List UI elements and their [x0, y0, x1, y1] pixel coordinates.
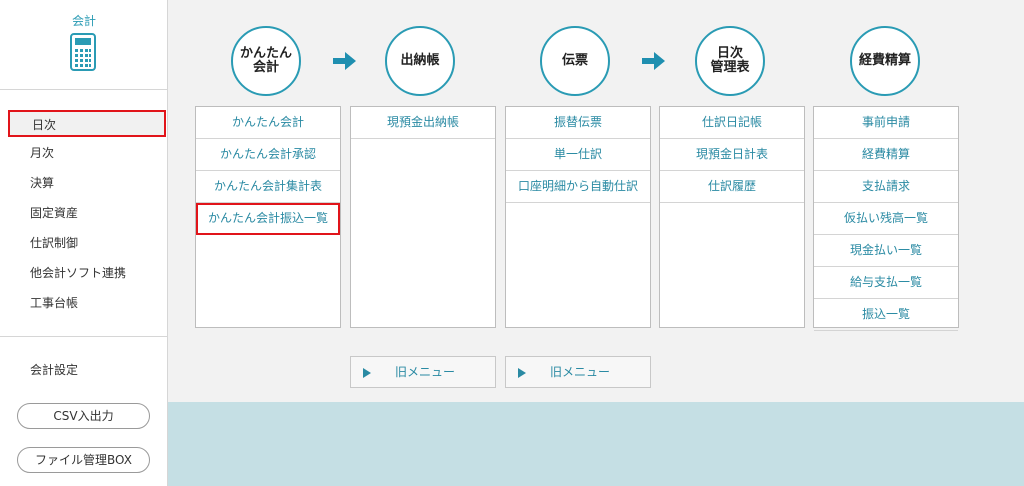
flow-step-nichiji-kanrihyo: 日次 管理表 [695, 26, 765, 96]
menu-item-cash-deposit-book[interactable]: 現預金出納帳 [351, 107, 495, 139]
menu-column-keihi-seisan: 事前申請 経費精算 支払請求 仮払い残高一覧 現金払い一覧 給与支払一覧 振込一… [813, 106, 959, 331]
menu-column-kantan-kaikei: かんたん会計 かんたん会計承認 かんたん会計集計表 かんたん会計振込一覧 [195, 106, 341, 328]
sidebar-item-closing[interactable]: 決算 [8, 170, 166, 197]
sidebar-item-accounting-settings[interactable]: 会計設定 [8, 357, 166, 384]
menu-item-auto-journal-from-statement[interactable]: 口座明細から自動仕訳 [506, 171, 650, 203]
sidebar-item-fixed-assets[interactable]: 固定資産 [8, 200, 166, 227]
menu-item-journal-diary[interactable]: 仕訳日記帳 [660, 107, 804, 139]
old-menu-button[interactable]: 旧メニュー [350, 356, 496, 388]
menu-item-salary-payment-list[interactable]: 給与支払一覧 [814, 267, 958, 299]
menu-item-transfer-list[interactable]: 振込一覧 [814, 299, 958, 331]
sidebar-title: 会計 [71, 14, 96, 28]
old-menu-label: 旧メニュー [550, 365, 611, 379]
arrow-right-icon [642, 52, 665, 70]
old-menu-label: 旧メニュー [395, 365, 456, 379]
flow-step-denpyo: 伝票 [540, 26, 610, 96]
sidebar: 会計 日次 月次 決算 固定資産 仕訳制御 他会計ソフト連携 工事台帳 会計設定… [0, 0, 168, 486]
menu-item-cash-daily-report[interactable]: 現預金日計表 [660, 139, 804, 171]
menu-column-nichiji-kanrihyo: 仕訳日記帳 現預金日計表 仕訳履歴 [659, 106, 805, 328]
menu-column-denpyo: 振替伝票 単一仕訳 口座明細から自動仕訳 [505, 106, 651, 328]
menu-item-kantan-kaikei-approval[interactable]: かんたん会計承認 [196, 139, 340, 171]
flow-step-kantan-kaikei: かんたん 会計 [231, 26, 301, 96]
menu-item-advance-balance-list[interactable]: 仮払い残高一覧 [814, 203, 958, 235]
sidebar-divider [0, 336, 168, 337]
menu-item-transfer-slip[interactable]: 振替伝票 [506, 107, 650, 139]
sidebar-item-journal-control[interactable]: 仕訳制御 [8, 230, 166, 257]
arrow-right-icon [333, 52, 356, 70]
sidebar-item-other-software[interactable]: 他会計ソフト連携 [8, 260, 166, 287]
menu-item-single-journal[interactable]: 単一仕訳 [506, 139, 650, 171]
menu-item-journal-history[interactable]: 仕訳履歴 [660, 171, 804, 203]
menu-item-kantan-kaikei[interactable]: かんたん会計 [196, 107, 340, 139]
menu-item-pre-application[interactable]: 事前申請 [814, 107, 958, 139]
menu-item-cash-payment-list[interactable]: 現金払い一覧 [814, 235, 958, 267]
play-triangle-icon [518, 368, 526, 378]
menu-item-kantan-kaikei-summary[interactable]: かんたん会計集計表 [196, 171, 340, 203]
bottom-band [168, 402, 1024, 486]
file-box-button[interactable]: ファイル管理BOX [17, 447, 150, 473]
sidebar-item-monthly[interactable]: 月次 [8, 140, 166, 167]
csv-io-button[interactable]: CSV入出力 [17, 403, 150, 429]
menu-item-payment-request[interactable]: 支払請求 [814, 171, 958, 203]
sidebar-item-construction-ledger[interactable]: 工事台帳 [8, 290, 166, 317]
sidebar-item-daily[interactable]: 日次 [8, 110, 166, 137]
menu-item-expense-settlement[interactable]: 経費精算 [814, 139, 958, 171]
play-triangle-icon [363, 368, 371, 378]
flow-step-suitocho: 出納帳 [385, 26, 455, 96]
menu-column-suitocho: 現預金出納帳 [350, 106, 496, 328]
flow-step-keihi-seisan: 経費精算 [850, 26, 920, 96]
calculator-icon [70, 33, 96, 71]
old-menu-button[interactable]: 旧メニュー [505, 356, 651, 388]
app-root: 会計 日次 月次 決算 固定資産 仕訳制御 他会計ソフト連携 工事台帳 会計設定… [0, 0, 1024, 486]
menu-item-kantan-kaikei-transfer-list[interactable]: かんたん会計振込一覧 [196, 203, 340, 235]
sidebar-divider [0, 89, 168, 90]
